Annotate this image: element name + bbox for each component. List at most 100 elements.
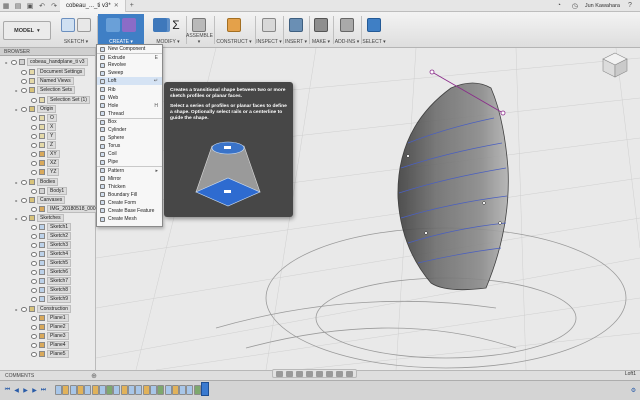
visibility-icon[interactable] bbox=[21, 215, 27, 221]
sketch-group[interactable]: SKETCH ▾ bbox=[56, 14, 96, 46]
visibility-icon[interactable] bbox=[21, 179, 27, 185]
browser-row[interactable]: Sketch7 bbox=[24, 277, 72, 285]
visibility-icon[interactable] bbox=[31, 287, 37, 293]
browser-row[interactable]: YZ bbox=[24, 168, 60, 176]
menu-item-cylinder[interactable]: Cylinder bbox=[97, 126, 162, 134]
orbit-icon[interactable] bbox=[276, 370, 283, 377]
timeline-feature-icon[interactable] bbox=[76, 385, 84, 395]
visibility-icon[interactable] bbox=[31, 324, 37, 330]
select-group[interactable]: SELECT ▾ bbox=[362, 14, 386, 46]
menu-item-create-mesh[interactable]: Create Mesh bbox=[97, 215, 162, 223]
browser-row[interactable]: ▸ Construction bbox=[14, 305, 72, 313]
browser-row[interactable]: X bbox=[24, 123, 57, 131]
file-icon[interactable]: ▤ bbox=[12, 0, 24, 12]
visibility-icon[interactable] bbox=[31, 151, 37, 157]
new-tab-icon[interactable]: + bbox=[126, 0, 138, 12]
visibility-icon[interactable] bbox=[31, 233, 37, 239]
menu-item-mirror[interactable]: Mirror bbox=[97, 175, 162, 183]
add-ins-group[interactable]: ADD-INS ▾ bbox=[334, 14, 360, 46]
menu-item-web[interactable]: Web bbox=[97, 94, 162, 102]
browser-row[interactable]: Sketch8 bbox=[24, 286, 72, 294]
browser-row[interactable]: Sketch9 bbox=[24, 295, 72, 303]
timeline-feature-icon[interactable] bbox=[171, 385, 179, 395]
browser-row[interactable]: Sketch4 bbox=[24, 250, 72, 258]
document-tab[interactable]: cobeau_..._ti v3* ✕ bbox=[60, 0, 126, 12]
visibility-icon[interactable] bbox=[21, 87, 27, 93]
visibility-icon[interactable] bbox=[31, 351, 37, 357]
browser-row[interactable]: Plane3 bbox=[24, 332, 69, 340]
browser-row[interactable]: Y bbox=[24, 132, 57, 140]
loft-body[interactable] bbox=[397, 82, 509, 291]
browser-row[interactable]: ▸ Selection Sets bbox=[14, 86, 75, 94]
assemble-group[interactable]: ASSEMBLE ▾ bbox=[186, 14, 213, 46]
timeline-feature-icon[interactable] bbox=[135, 385, 143, 395]
browser-row[interactable]: XY bbox=[24, 150, 60, 158]
visibility-icon[interactable] bbox=[31, 160, 37, 166]
browser-row[interactable]: Plane5 bbox=[24, 350, 69, 358]
browser-row[interactable]: Sketch6 bbox=[24, 268, 72, 276]
timeline-feature-icon[interactable] bbox=[84, 385, 92, 395]
browser-row[interactable]: Sketch1 bbox=[24, 223, 72, 231]
step-forward-icon[interactable]: ▶ bbox=[31, 386, 38, 394]
menu-item-box[interactable]: Box bbox=[97, 117, 162, 126]
timeline-feature-icon[interactable] bbox=[113, 385, 121, 395]
view-cube[interactable] bbox=[600, 50, 630, 80]
timeline-feature-icon[interactable] bbox=[142, 385, 150, 395]
inspect-group[interactable]: INSPECT ▾ bbox=[256, 14, 282, 46]
browser-row[interactable]: Z bbox=[24, 141, 57, 149]
look-at-icon[interactable] bbox=[286, 370, 293, 377]
timeline-settings-icon[interactable]: ⚙ bbox=[630, 386, 637, 394]
visibility-icon[interactable] bbox=[31, 260, 37, 266]
notification-icon[interactable]: ◷ bbox=[569, 0, 581, 12]
visibility-icon[interactable] bbox=[21, 306, 27, 312]
visibility-icon[interactable] bbox=[21, 197, 27, 203]
workspace-switcher[interactable]: MODEL ▾ bbox=[3, 21, 51, 40]
menu-item-new-component[interactable]: New Component bbox=[97, 45, 162, 53]
browser-row[interactable]: Sketch5 bbox=[24, 259, 72, 267]
visibility-icon[interactable] bbox=[31, 342, 37, 348]
expand-toggle-icon[interactable]: ▸ bbox=[14, 180, 19, 185]
menu-item-coil[interactable]: Coil bbox=[97, 150, 162, 158]
menu-item-pipe[interactable]: Pipe bbox=[97, 158, 162, 166]
visibility-icon[interactable] bbox=[21, 106, 27, 112]
redo-icon[interactable]: ↷ bbox=[48, 0, 60, 12]
job-status-icon[interactable]: ◔ bbox=[553, 0, 565, 12]
visibility-icon[interactable] bbox=[21, 78, 27, 84]
timeline-feature-icon[interactable] bbox=[149, 385, 157, 395]
browser-row[interactable]: Document Settings bbox=[14, 68, 86, 76]
menu-item-create-base-feature[interactable]: Create Base Feature bbox=[97, 207, 162, 215]
visibility-icon[interactable] bbox=[21, 69, 27, 75]
timeline-feature-icon[interactable] bbox=[193, 385, 201, 395]
visibility-icon[interactable] bbox=[31, 206, 37, 212]
zoom-icon[interactable] bbox=[306, 370, 313, 377]
visibility-icon[interactable] bbox=[11, 59, 17, 65]
menu-item-sweep[interactable]: Sweep bbox=[97, 69, 162, 77]
construct-group[interactable]: CONSTRUCT ▾ bbox=[214, 14, 254, 46]
browser-row[interactable]: Plane1 bbox=[24, 314, 69, 322]
timeline-feature-icon[interactable] bbox=[91, 385, 99, 395]
fit-icon[interactable] bbox=[316, 370, 323, 377]
menu-item-rib[interactable]: Rib bbox=[97, 85, 162, 93]
visibility-icon[interactable] bbox=[31, 124, 37, 130]
visibility-icon[interactable] bbox=[31, 333, 37, 339]
grid-settings-icon[interactable] bbox=[336, 370, 343, 377]
browser-row[interactable]: IMG_20180518_0001 bbox=[24, 205, 102, 213]
visibility-icon[interactable] bbox=[31, 115, 37, 121]
menu-item-boundary-fill[interactable]: Boundary Fill bbox=[97, 191, 162, 199]
skip-end-icon[interactable]: ⏭ bbox=[40, 386, 47, 394]
browser-row[interactable]: O bbox=[24, 114, 57, 122]
viewports-icon[interactable] bbox=[346, 370, 353, 377]
timeline-marker[interactable] bbox=[201, 382, 209, 396]
menu-item-loft[interactable]: Loft ↵ bbox=[97, 77, 162, 86]
expand-toggle-icon[interactable]: ▸ bbox=[14, 307, 19, 312]
browser-row[interactable]: Plane4 bbox=[24, 341, 69, 349]
visibility-icon[interactable] bbox=[31, 278, 37, 284]
visibility-icon[interactable] bbox=[31, 315, 37, 321]
visibility-icon[interactable] bbox=[31, 133, 37, 139]
timeline-feature-icon[interactable] bbox=[128, 385, 135, 395]
play-icon[interactable]: ▶ bbox=[22, 386, 29, 394]
menu-item-revolve[interactable]: Revolve bbox=[97, 61, 162, 69]
make-group[interactable]: MAKE ▾ bbox=[310, 14, 332, 46]
timeline-feature-icon[interactable] bbox=[98, 385, 106, 395]
pan-icon[interactable] bbox=[296, 370, 303, 377]
